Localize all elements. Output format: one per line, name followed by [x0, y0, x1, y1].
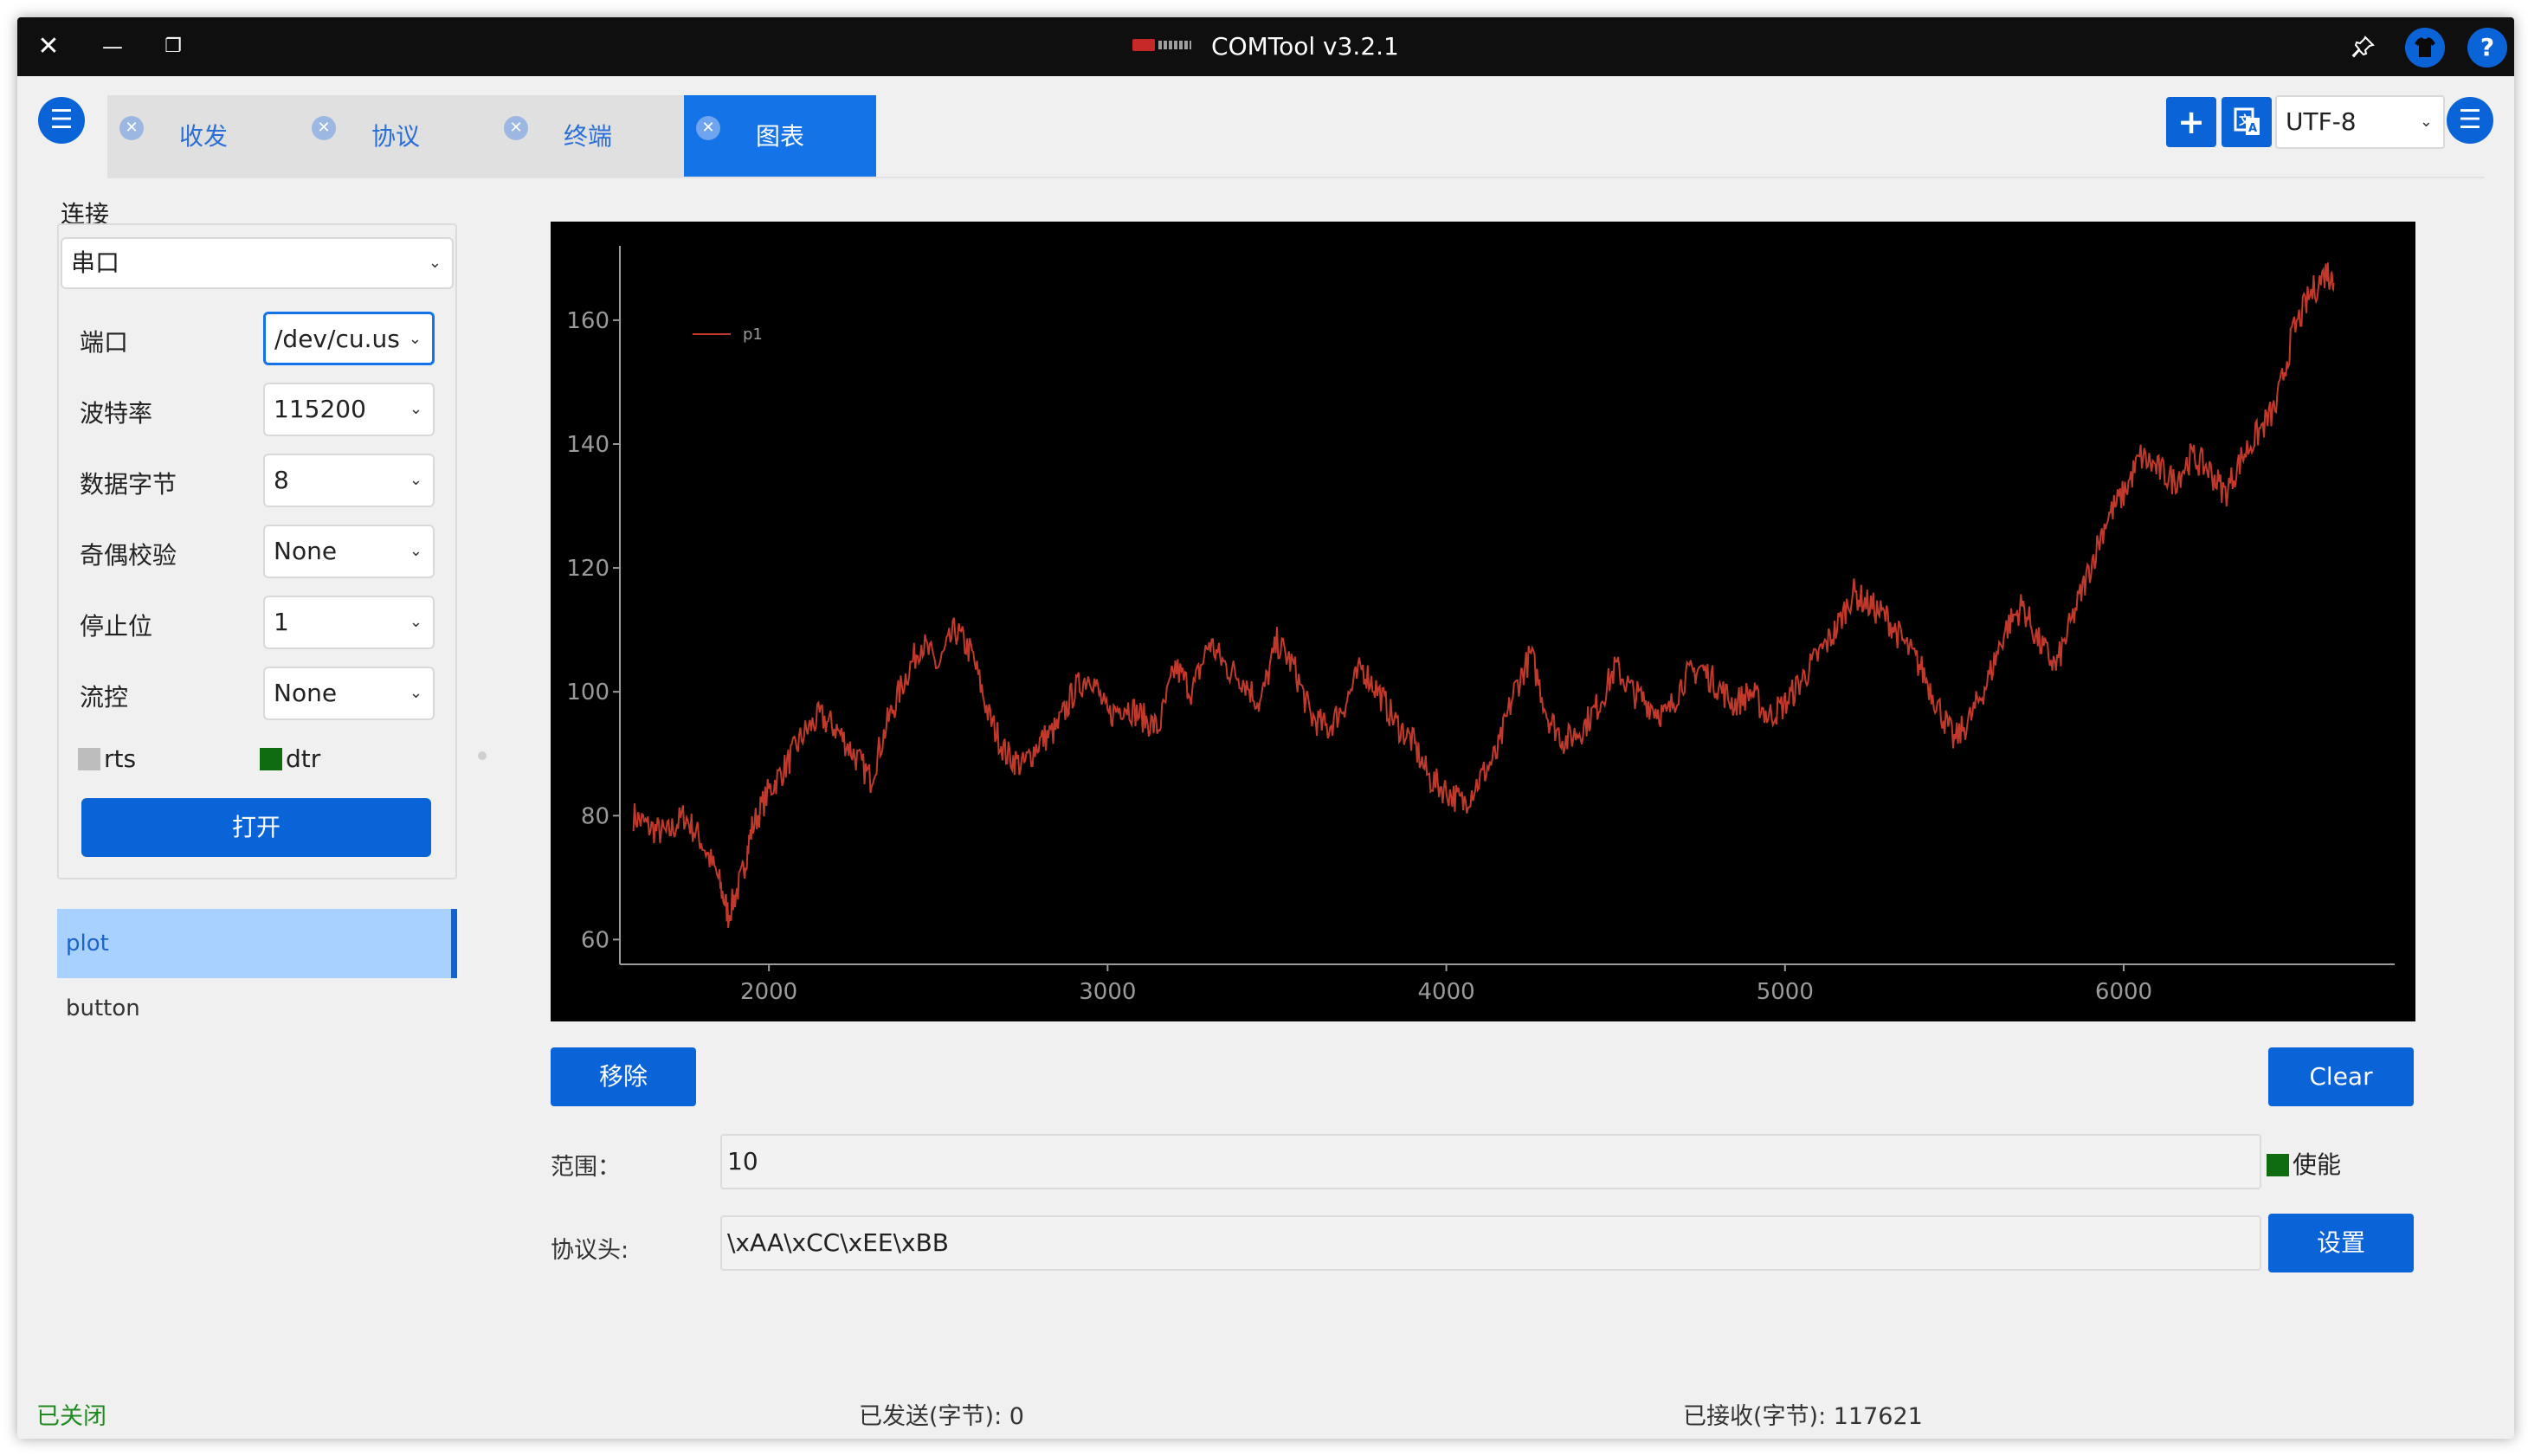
range-label: 范围：: [551, 1154, 621, 1181]
header-label: 协议头:: [551, 1237, 629, 1264]
connection-type-value: 串口: [71, 248, 120, 277]
enable-label: 使能: [2293, 1150, 2342, 1179]
app-logo-icon: [1132, 39, 1192, 51]
x-tick-label: 6000: [2095, 979, 2152, 1005]
tab-send-receive[interactable]: ✕ 收发: [107, 95, 300, 178]
baudrate-label: 波特率: [80, 399, 153, 428]
port-label: 端口: [80, 328, 129, 357]
sent-bytes-status: 已发送(字节): 0: [859, 1403, 1024, 1430]
tab-graph[interactable]: ✕ 图表: [684, 95, 876, 178]
chevron-down-icon: ⌄: [409, 400, 422, 418]
stopbits-label: 停止位: [80, 612, 153, 641]
range-input[interactable]: 10: [720, 1134, 2261, 1189]
dtr-checkbox-box[interactable]: [260, 748, 282, 770]
bytesize-select[interactable]: 8 ⌄: [263, 454, 435, 507]
tab-divider: [107, 177, 2485, 178]
tab-close-icon[interactable]: ✕: [696, 116, 720, 140]
tab-close-icon[interactable]: ✕: [504, 116, 528, 140]
chevron-down-icon: ⌄: [409, 613, 422, 631]
plugin-item-button[interactable]: button: [66, 995, 140, 1021]
y-tick-label: 160: [566, 308, 609, 334]
tab-label: 图表: [755, 122, 804, 151]
stopbits-value: 1: [274, 608, 289, 636]
bytesize-value: 8: [274, 466, 289, 494]
svg-text:A: A: [2248, 122, 2257, 135]
y-tick-label: 60: [581, 927, 609, 953]
legend-label: p1: [743, 325, 763, 344]
bytesize-label: 数据字节: [80, 470, 177, 499]
chevron-down-icon: ⌄: [404, 314, 422, 363]
chevron-down-icon: ⌄: [409, 471, 422, 489]
window-title: COMTool v3.2.1: [1211, 32, 1399, 61]
chevron-down-icon: ⌄: [409, 684, 422, 702]
port-value: /dev/cu.us: [274, 325, 400, 353]
flowcontrol-value: None: [274, 679, 338, 707]
tab-label: 协议: [371, 122, 420, 151]
plot-canvas: 60 80 100 120 140 160 2000 3000 4000 5000 6000 p1: [566, 246, 2395, 1005]
y-tick-label: 100: [566, 680, 609, 705]
main-menu-button[interactable]: ☰: [38, 97, 85, 144]
settings-menu-button[interactable]: ☰: [2447, 97, 2493, 144]
plugin-item-plot[interactable]: plot: [57, 909, 457, 978]
tab-terminal[interactable]: ✕ 终端: [492, 95, 684, 178]
chevron-down-icon: ⌄: [409, 542, 422, 560]
parity-value: None: [274, 537, 338, 565]
y-tick-label: 140: [566, 432, 609, 458]
tab-protocol[interactable]: ✕ 协议: [300, 95, 492, 178]
enable-checkbox-box[interactable]: [2267, 1154, 2289, 1176]
chevron-down-icon: ⌄: [2419, 113, 2433, 131]
pin-icon[interactable]: [2351, 35, 2376, 59]
parity-select[interactable]: None ⌄: [263, 525, 435, 578]
clear-button[interactable]: Clear: [2268, 1047, 2414, 1106]
tshirt-icon[interactable]: [2405, 28, 2445, 68]
flowcontrol-label: 流控: [80, 683, 129, 712]
rts-label: rts: [104, 744, 137, 773]
window-title-area: COMTool v3.2.1: [17, 17, 2514, 76]
rts-checkbox[interactable]: rts: [78, 744, 136, 773]
help-icon[interactable]: ?: [2467, 28, 2507, 68]
open-port-button[interactable]: 打开: [81, 798, 431, 857]
title-bar: ✕ — ❐ COMTool v3.2.1 ?: [17, 17, 2514, 76]
x-tick-label: 3000: [1079, 979, 1136, 1005]
series-line-p1: [632, 262, 2335, 928]
add-tab-button[interactable]: +: [2166, 97, 2216, 147]
set-button[interactable]: 设置: [2268, 1214, 2414, 1272]
tab-close-icon[interactable]: ✕: [312, 116, 336, 140]
tab-close-icon[interactable]: ✕: [119, 116, 144, 140]
splitter-handle[interactable]: [478, 751, 487, 760]
x-tick-label: 2000: [740, 979, 797, 1005]
tab-label: 收发: [178, 122, 228, 151]
dtr-checkbox[interactable]: dtr: [260, 744, 320, 773]
encoding-select[interactable]: UTF-8 ⌄: [2275, 95, 2445, 149]
stopbits-select[interactable]: 1 ⌄: [263, 596, 435, 649]
tab-label: 终端: [563, 122, 612, 151]
port-select[interactable]: /dev/cu.us ⌄: [263, 312, 435, 365]
plot-area: 60 80 100 120 140 160 2000 3000 4000 5000 6000 p1: [551, 222, 2415, 1021]
parity-label: 奇偶校验: [80, 541, 177, 570]
chevron-down-icon: ⌄: [428, 254, 442, 272]
dtr-label: dtr: [286, 744, 321, 773]
header-input[interactable]: \xAA\xCC\xEE\xBB: [720, 1215, 2261, 1271]
connection-type-select[interactable]: 串口 ⌄: [61, 237, 454, 289]
baudrate-select[interactable]: 115200 ⌄: [263, 383, 435, 436]
enable-checkbox[interactable]: 使能: [2267, 1146, 2341, 1181]
y-tick-label: 120: [566, 556, 609, 582]
remove-button[interactable]: 移除: [551, 1047, 696, 1106]
translate-icon[interactable]: 文A: [2222, 97, 2272, 147]
rts-checkbox-box[interactable]: [78, 748, 100, 770]
baudrate-value: 115200: [274, 395, 366, 423]
x-tick-label: 4000: [1417, 979, 1474, 1005]
x-tick-label: 5000: [1757, 979, 1814, 1005]
flowcontrol-select[interactable]: None ⌄: [263, 667, 435, 720]
encoding-value: UTF-8: [2286, 107, 2357, 136]
y-tick-label: 80: [581, 803, 609, 829]
received-bytes-status: 已接收(字节): 117621: [1683, 1403, 1923, 1430]
app-window: ✕ — ❐ COMTool v3.2.1 ? ☰ ✕ 收发 ✕ 协议 ✕ 终端 …: [17, 17, 2514, 1439]
connection-status: 已关闭: [36, 1403, 106, 1430]
